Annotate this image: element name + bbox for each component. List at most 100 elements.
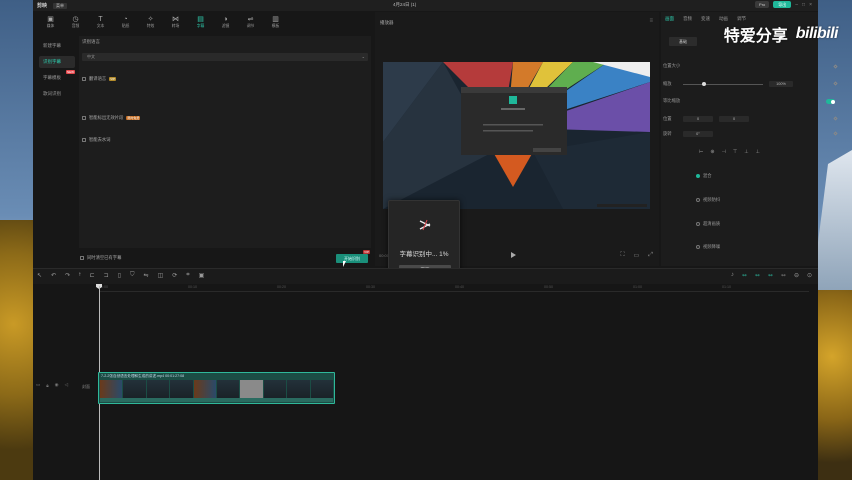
- inspector-subtabs: 基础: [669, 37, 697, 46]
- tab-template[interactable]: ▥ 模板: [263, 11, 288, 34]
- split-icon[interactable]: ⟊: [79, 272, 81, 279]
- tab-media[interactable]: ▣ 媒体: [38, 11, 63, 34]
- tab-sticker[interactable]: ◔ 贴纸: [113, 11, 138, 34]
- align-center-icon[interactable]: ⊕: [710, 149, 714, 155]
- tab-text[interactable]: T 文本: [88, 11, 113, 34]
- mark-invalid-option[interactable]: 智能标出无效片段 限时免费: [82, 115, 141, 121]
- rotate-row: 旋转 0°: [663, 131, 719, 137]
- position-row: 位置 0 0: [663, 116, 755, 122]
- select-tool-icon[interactable]: ↖: [37, 272, 42, 279]
- align-left-icon[interactable]: ⊢: [699, 149, 703, 155]
- menu-button[interactable]: 菜单: [53, 2, 68, 9]
- denoise-toggle[interactable]: [696, 245, 700, 249]
- bilibili-logo: bilibili: [795, 25, 839, 42]
- preview-axis-icon[interactable]: ⇿: [781, 272, 786, 279]
- lock-icon[interactable]: 🔒︎: [46, 383, 48, 388]
- more-icon[interactable]: ≡: [649, 18, 653, 24]
- rotate-icon[interactable]: ⟳: [172, 272, 177, 279]
- mark-invalid-checkbox[interactable]: [82, 116, 86, 120]
- position-y-input[interactable]: 0: [719, 116, 749, 122]
- tab-transition[interactable]: ⋈ 转场: [163, 11, 188, 34]
- minimize-icon[interactable]: –: [795, 2, 798, 8]
- mix-section[interactable]: 混合: [696, 173, 712, 179]
- magnet-icon[interactable]: ⇿: [755, 272, 760, 279]
- sidebar-item-lyrics[interactable]: 歌词识别: [39, 88, 75, 100]
- ratio-icon[interactable]: ▭: [634, 252, 640, 259]
- play-icon[interactable]: [511, 252, 516, 258]
- chip-basic[interactable]: 基础: [669, 37, 697, 46]
- tab-filter[interactable]: ◑ 滤镜: [213, 11, 238, 34]
- tab-picture[interactable]: 画面: [665, 16, 674, 26]
- delete-icon[interactable]: ▯: [118, 272, 121, 279]
- sidebar-item-recognize-subtitle[interactable]: 识别字幕: [39, 56, 75, 68]
- inspector-panel: 画面 音频 变速 动画 调节 基础: [661, 12, 818, 266]
- clip-name: 7-2-2张自然语言处理和生成的讲述.mp4 00:01:27:08: [101, 374, 185, 378]
- audio-mute-icon[interactable]: ◁: [65, 382, 68, 388]
- mix-toggle[interactable]: [696, 174, 700, 178]
- start-recognition-button[interactable]: 开始识别 VIP: [336, 250, 370, 263]
- enhance-toggle[interactable]: [696, 222, 700, 226]
- translate-option[interactable]: 翻译语言 VIP: [82, 76, 117, 82]
- tab-subtitle[interactable]: ▤ 字幕: [188, 11, 213, 34]
- cover-button[interactable]: 封面: [82, 384, 90, 390]
- tab-audio[interactable]: ◷ 音频: [63, 11, 88, 34]
- clear-existing-option[interactable]: 同时清空已有字幕: [80, 255, 121, 261]
- undo-icon[interactable]: ↶: [51, 272, 56, 279]
- filter-icon: ◑: [223, 16, 228, 23]
- export-button[interactable]: 导出: [773, 1, 792, 8]
- zoom-value[interactable]: 100%: [769, 81, 793, 87]
- reverse-icon[interactable]: ⇋: [144, 272, 149, 279]
- uniform-scale-toggle[interactable]: [826, 99, 835, 104]
- align-top-icon[interactable]: ⊤: [733, 149, 737, 155]
- zoom-fit-icon[interactable]: ⊙: [807, 272, 812, 279]
- pro-button[interactable]: Pro: [755, 1, 770, 8]
- adjust-icon: ⇌: [247, 16, 254, 23]
- tab-audio-props[interactable]: 音频: [683, 16, 692, 26]
- sidebar-item-new-subtitle[interactable]: 新建字幕: [39, 40, 75, 52]
- video-clip[interactable]: 7-2-2张自然语言处理和生成的讲述.mp4 00:01:27:08: [98, 372, 335, 404]
- align-right-icon[interactable]: ⊣: [722, 149, 726, 155]
- language-select[interactable]: 中文 ⌄: [82, 53, 368, 61]
- remove-filler-option[interactable]: 智能去水词: [82, 137, 110, 143]
- project-title: 4月24日 (1): [393, 2, 417, 7]
- fullscreen-focus-icon[interactable]: ⛶: [620, 252, 624, 259]
- template-icon: ▥: [272, 16, 279, 23]
- remove-filler-checkbox[interactable]: [82, 138, 86, 142]
- zoom-slider[interactable]: [683, 81, 763, 86]
- split-right-icon[interactable]: ⊐: [104, 272, 109, 279]
- crop-icon[interactable]: ⌗: [186, 272, 189, 279]
- denoise-section[interactable]: 视频降噪: [696, 244, 720, 250]
- split-left-icon[interactable]: ⊏: [90, 272, 95, 279]
- tab-adjust[interactable]: ⇌ 调节: [238, 11, 263, 34]
- zoom-slider-knob[interactable]: [702, 81, 706, 86]
- align-bottom-icon[interactable]: ⊥: [756, 149, 760, 155]
- eye-icon[interactable]: ◉: [55, 382, 59, 388]
- zoom-row: 缩放 100%: [663, 81, 793, 87]
- chevron-down-icon: ⌄: [361, 54, 365, 59]
- tab-effects[interactable]: ✧ 特效: [138, 11, 163, 34]
- position-x-input[interactable]: 0: [683, 116, 713, 122]
- maximize-icon[interactable]: □: [802, 2, 805, 8]
- translate-checkbox[interactable]: [82, 77, 86, 81]
- redo-icon[interactable]: ↷: [65, 272, 70, 279]
- progress-text: 字幕识别中... 1%: [399, 251, 449, 258]
- tab-speed[interactable]: 变速: [701, 16, 710, 26]
- snap-icon[interactable]: ⇿: [768, 272, 773, 279]
- screen-icon[interactable]: ▣: [199, 272, 205, 279]
- scale-section-label: 位置大小: [663, 63, 681, 68]
- microphone-icon[interactable]: ♪: [731, 272, 734, 279]
- close-icon[interactable]: ×: [809, 2, 812, 8]
- track-icon[interactable]: ▭: [36, 382, 40, 388]
- align-middle-icon[interactable]: ⊥: [744, 149, 748, 155]
- stabilize-toggle[interactable]: [696, 198, 700, 202]
- freeze-icon[interactable]: ⛉: [130, 272, 135, 279]
- fullscreen-icon[interactable]: ⤢: [648, 252, 653, 259]
- sidebar-item-subtitle-template[interactable]: 字幕模板 NEW: [39, 70, 75, 84]
- stabilize-section[interactable]: 视频防抖: [696, 197, 720, 203]
- zoom-out-icon[interactable]: ⊖: [794, 272, 799, 279]
- rotate-input[interactable]: 0°: [683, 131, 713, 137]
- link-main-track-icon[interactable]: ⇿: [742, 272, 747, 279]
- clear-existing-checkbox[interactable]: [80, 256, 84, 260]
- mirror-icon[interactable]: ◫: [158, 272, 164, 279]
- enhance-section[interactable]: 超清画质: [696, 221, 720, 227]
